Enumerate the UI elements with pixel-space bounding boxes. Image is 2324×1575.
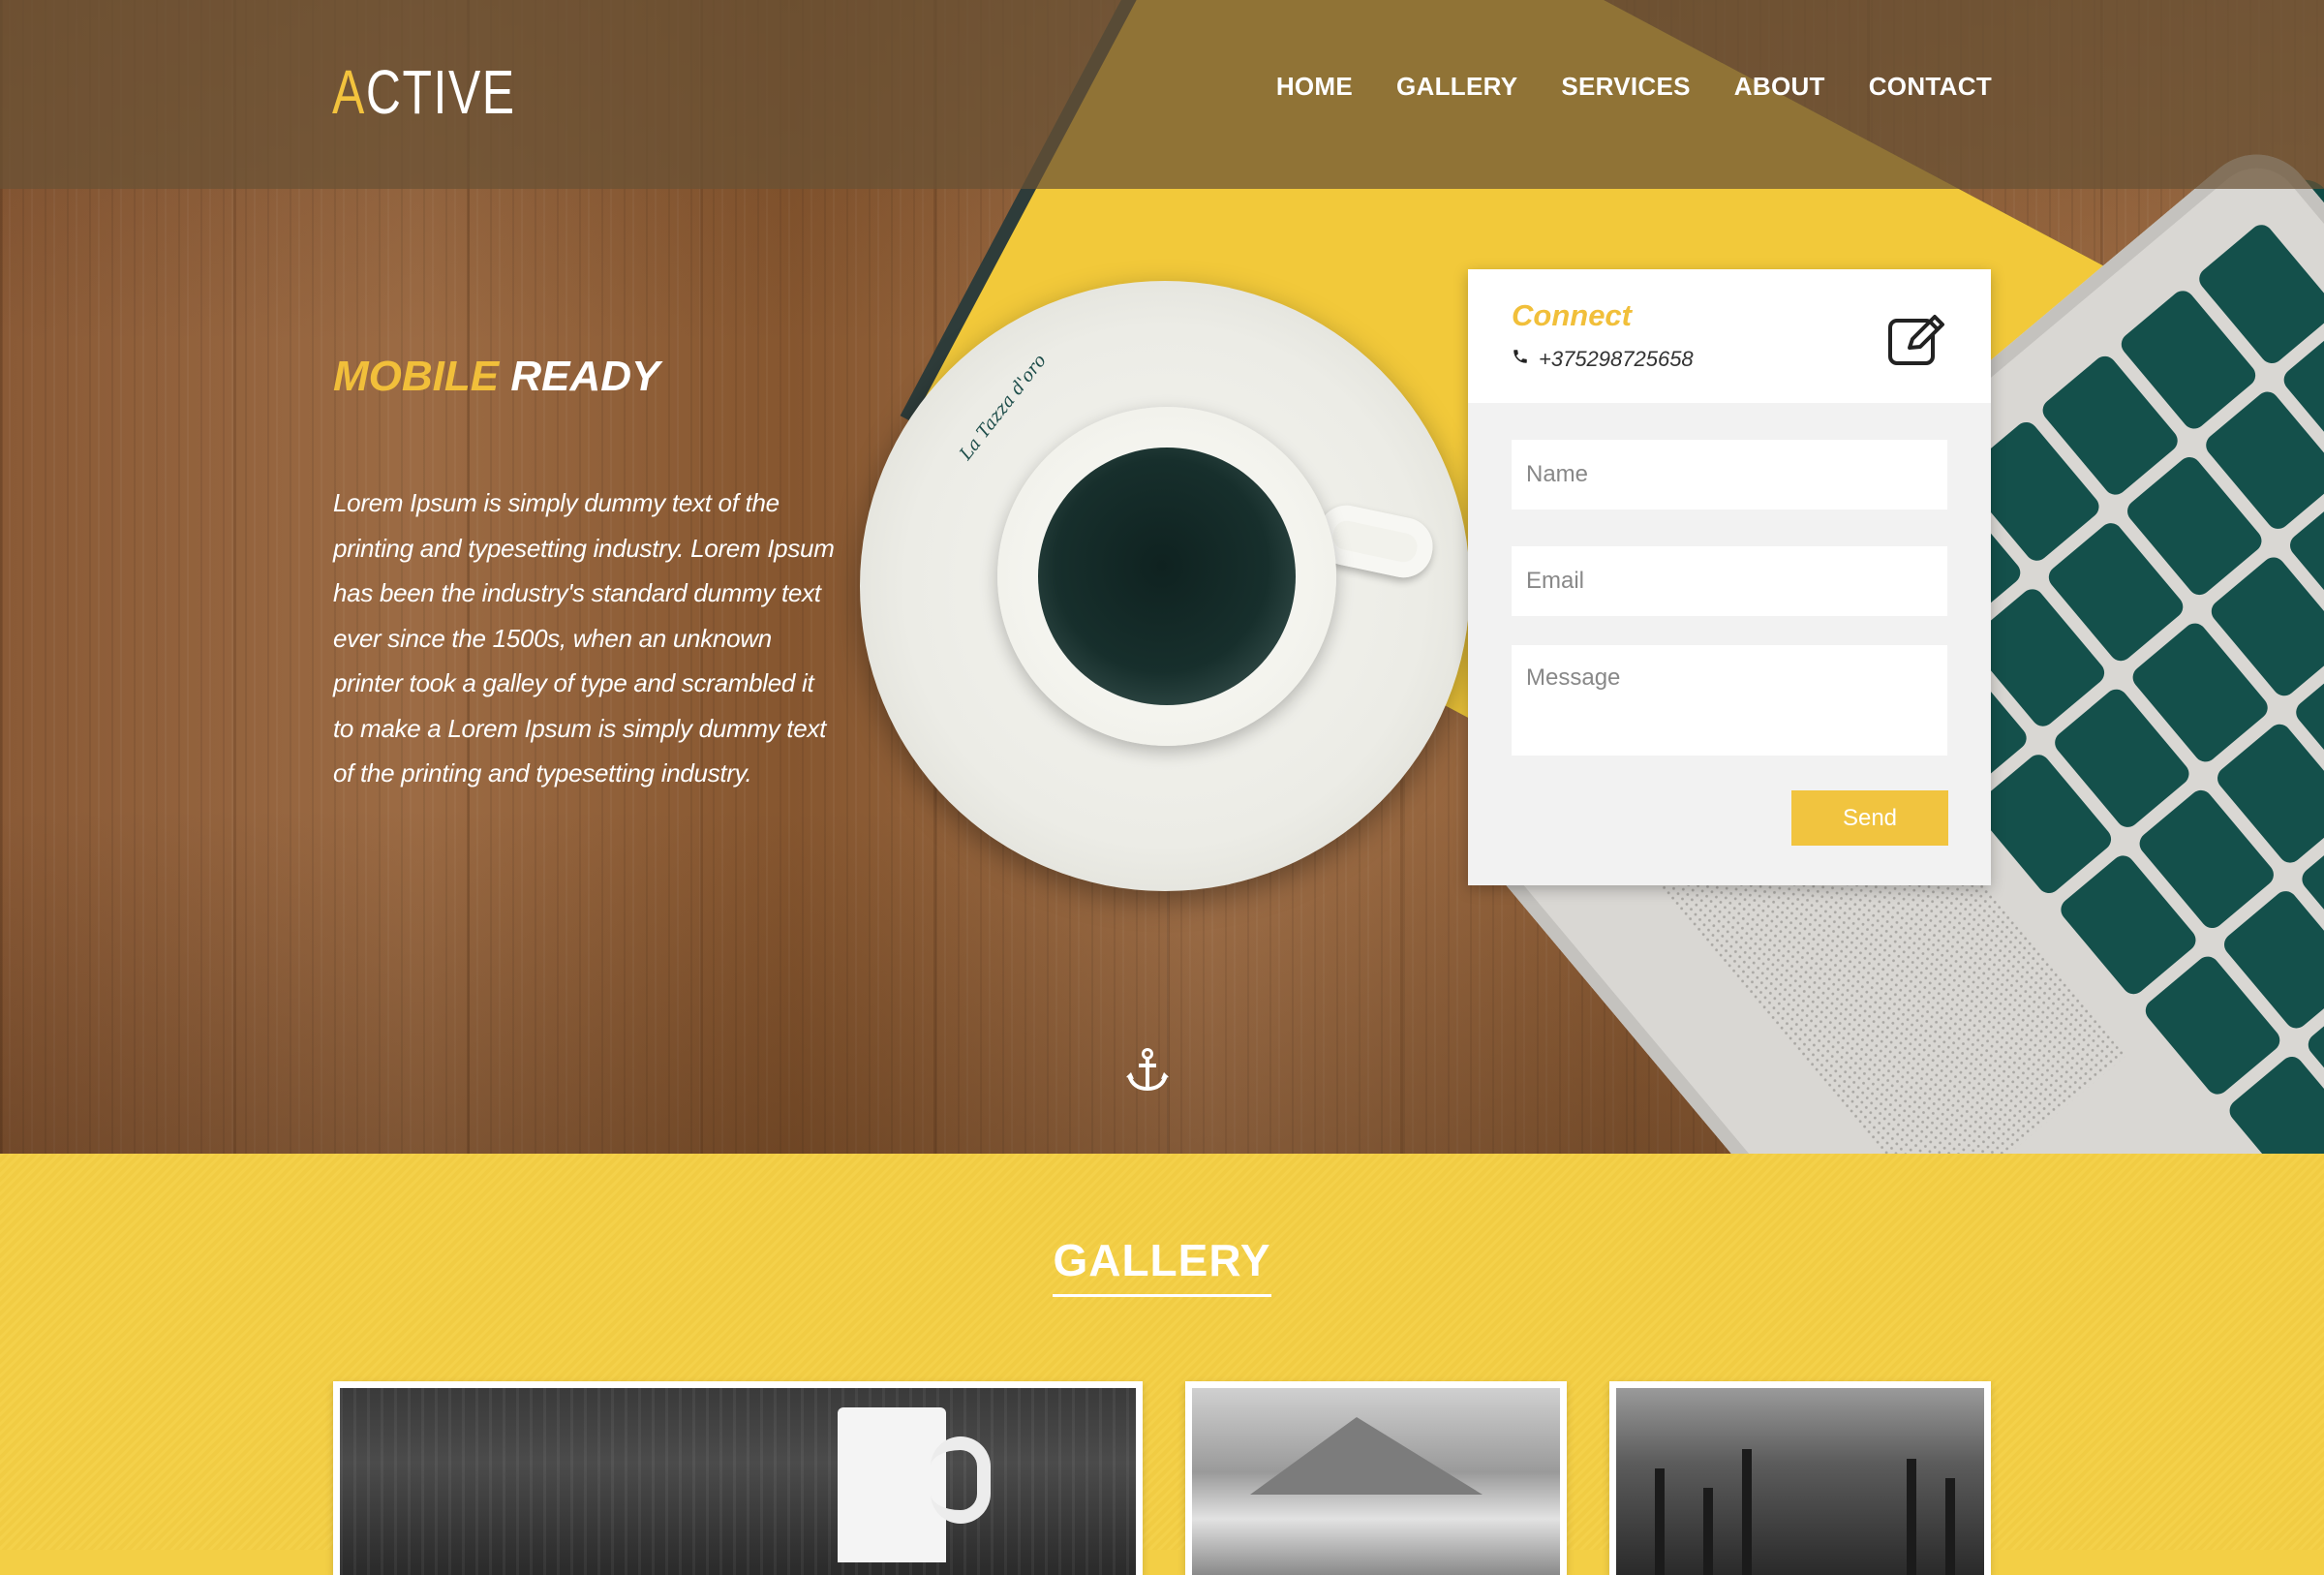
contact-card-header: Connect +375298725658 xyxy=(1468,269,1991,403)
gallery-image xyxy=(340,1388,1136,1575)
gallery-item-forest[interactable] xyxy=(1609,1381,1991,1575)
contact-card-title: Connect xyxy=(1512,298,1632,332)
nav-contact[interactable]: CONTACT xyxy=(1869,72,1992,102)
gallery-title: GALLERY xyxy=(1053,1234,1271,1297)
logo-rest: CTIVE xyxy=(365,57,516,127)
gallery-item-mountains[interactable] xyxy=(1185,1381,1567,1575)
gallery-image xyxy=(1616,1388,1984,1575)
phone-icon xyxy=(1512,348,1529,371)
hero-title-highlight: MOBILE xyxy=(333,353,500,400)
hero-title: MOBILE READY xyxy=(333,353,659,401)
tree-decor xyxy=(1703,1488,1713,1575)
site-header: A CTIVE HOME GALLERY SERVICES ABOUT CONTA… xyxy=(0,0,2324,189)
message-field[interactable] xyxy=(1512,645,1947,756)
tree-decor xyxy=(1945,1478,1955,1575)
contact-phone-number: +375298725658 xyxy=(1539,347,1694,371)
email-field[interactable] xyxy=(1512,546,1947,616)
name-field[interactable] xyxy=(1512,440,1947,510)
nav-services[interactable]: SERVICES xyxy=(1561,72,1690,102)
gallery-item-mug[interactable] xyxy=(333,1381,1143,1575)
logo-initial: A xyxy=(332,57,366,127)
hero-body-text: Lorem Ipsum is simply dummy text of the … xyxy=(333,488,835,788)
nav-gallery[interactable]: GALLERY xyxy=(1396,72,1517,102)
mug-handle-decor xyxy=(931,1436,991,1524)
site-logo[interactable]: A CTIVE xyxy=(332,57,516,128)
tree-decor xyxy=(1655,1468,1665,1575)
anchor-icon[interactable] xyxy=(1123,1046,1172,1095)
hero-title-rest: READY xyxy=(499,353,660,400)
coffee-decor xyxy=(1038,448,1296,705)
gallery-title-wrap: GALLERY xyxy=(0,1234,2324,1297)
mountain-decor xyxy=(1250,1417,1483,1495)
gallery-image xyxy=(1192,1388,1560,1575)
send-button[interactable]: Send xyxy=(1791,790,1948,846)
tree-decor xyxy=(1742,1449,1752,1575)
nav-about[interactable]: ABOUT xyxy=(1734,72,1825,102)
nav-home[interactable]: HOME xyxy=(1276,72,1353,102)
tree-decor xyxy=(1907,1459,1916,1575)
contact-phone: +375298725658 xyxy=(1512,347,1694,372)
main-nav: HOME GALLERY SERVICES ABOUT CONTACT xyxy=(1276,72,1992,102)
edit-icon xyxy=(1886,313,1946,367)
